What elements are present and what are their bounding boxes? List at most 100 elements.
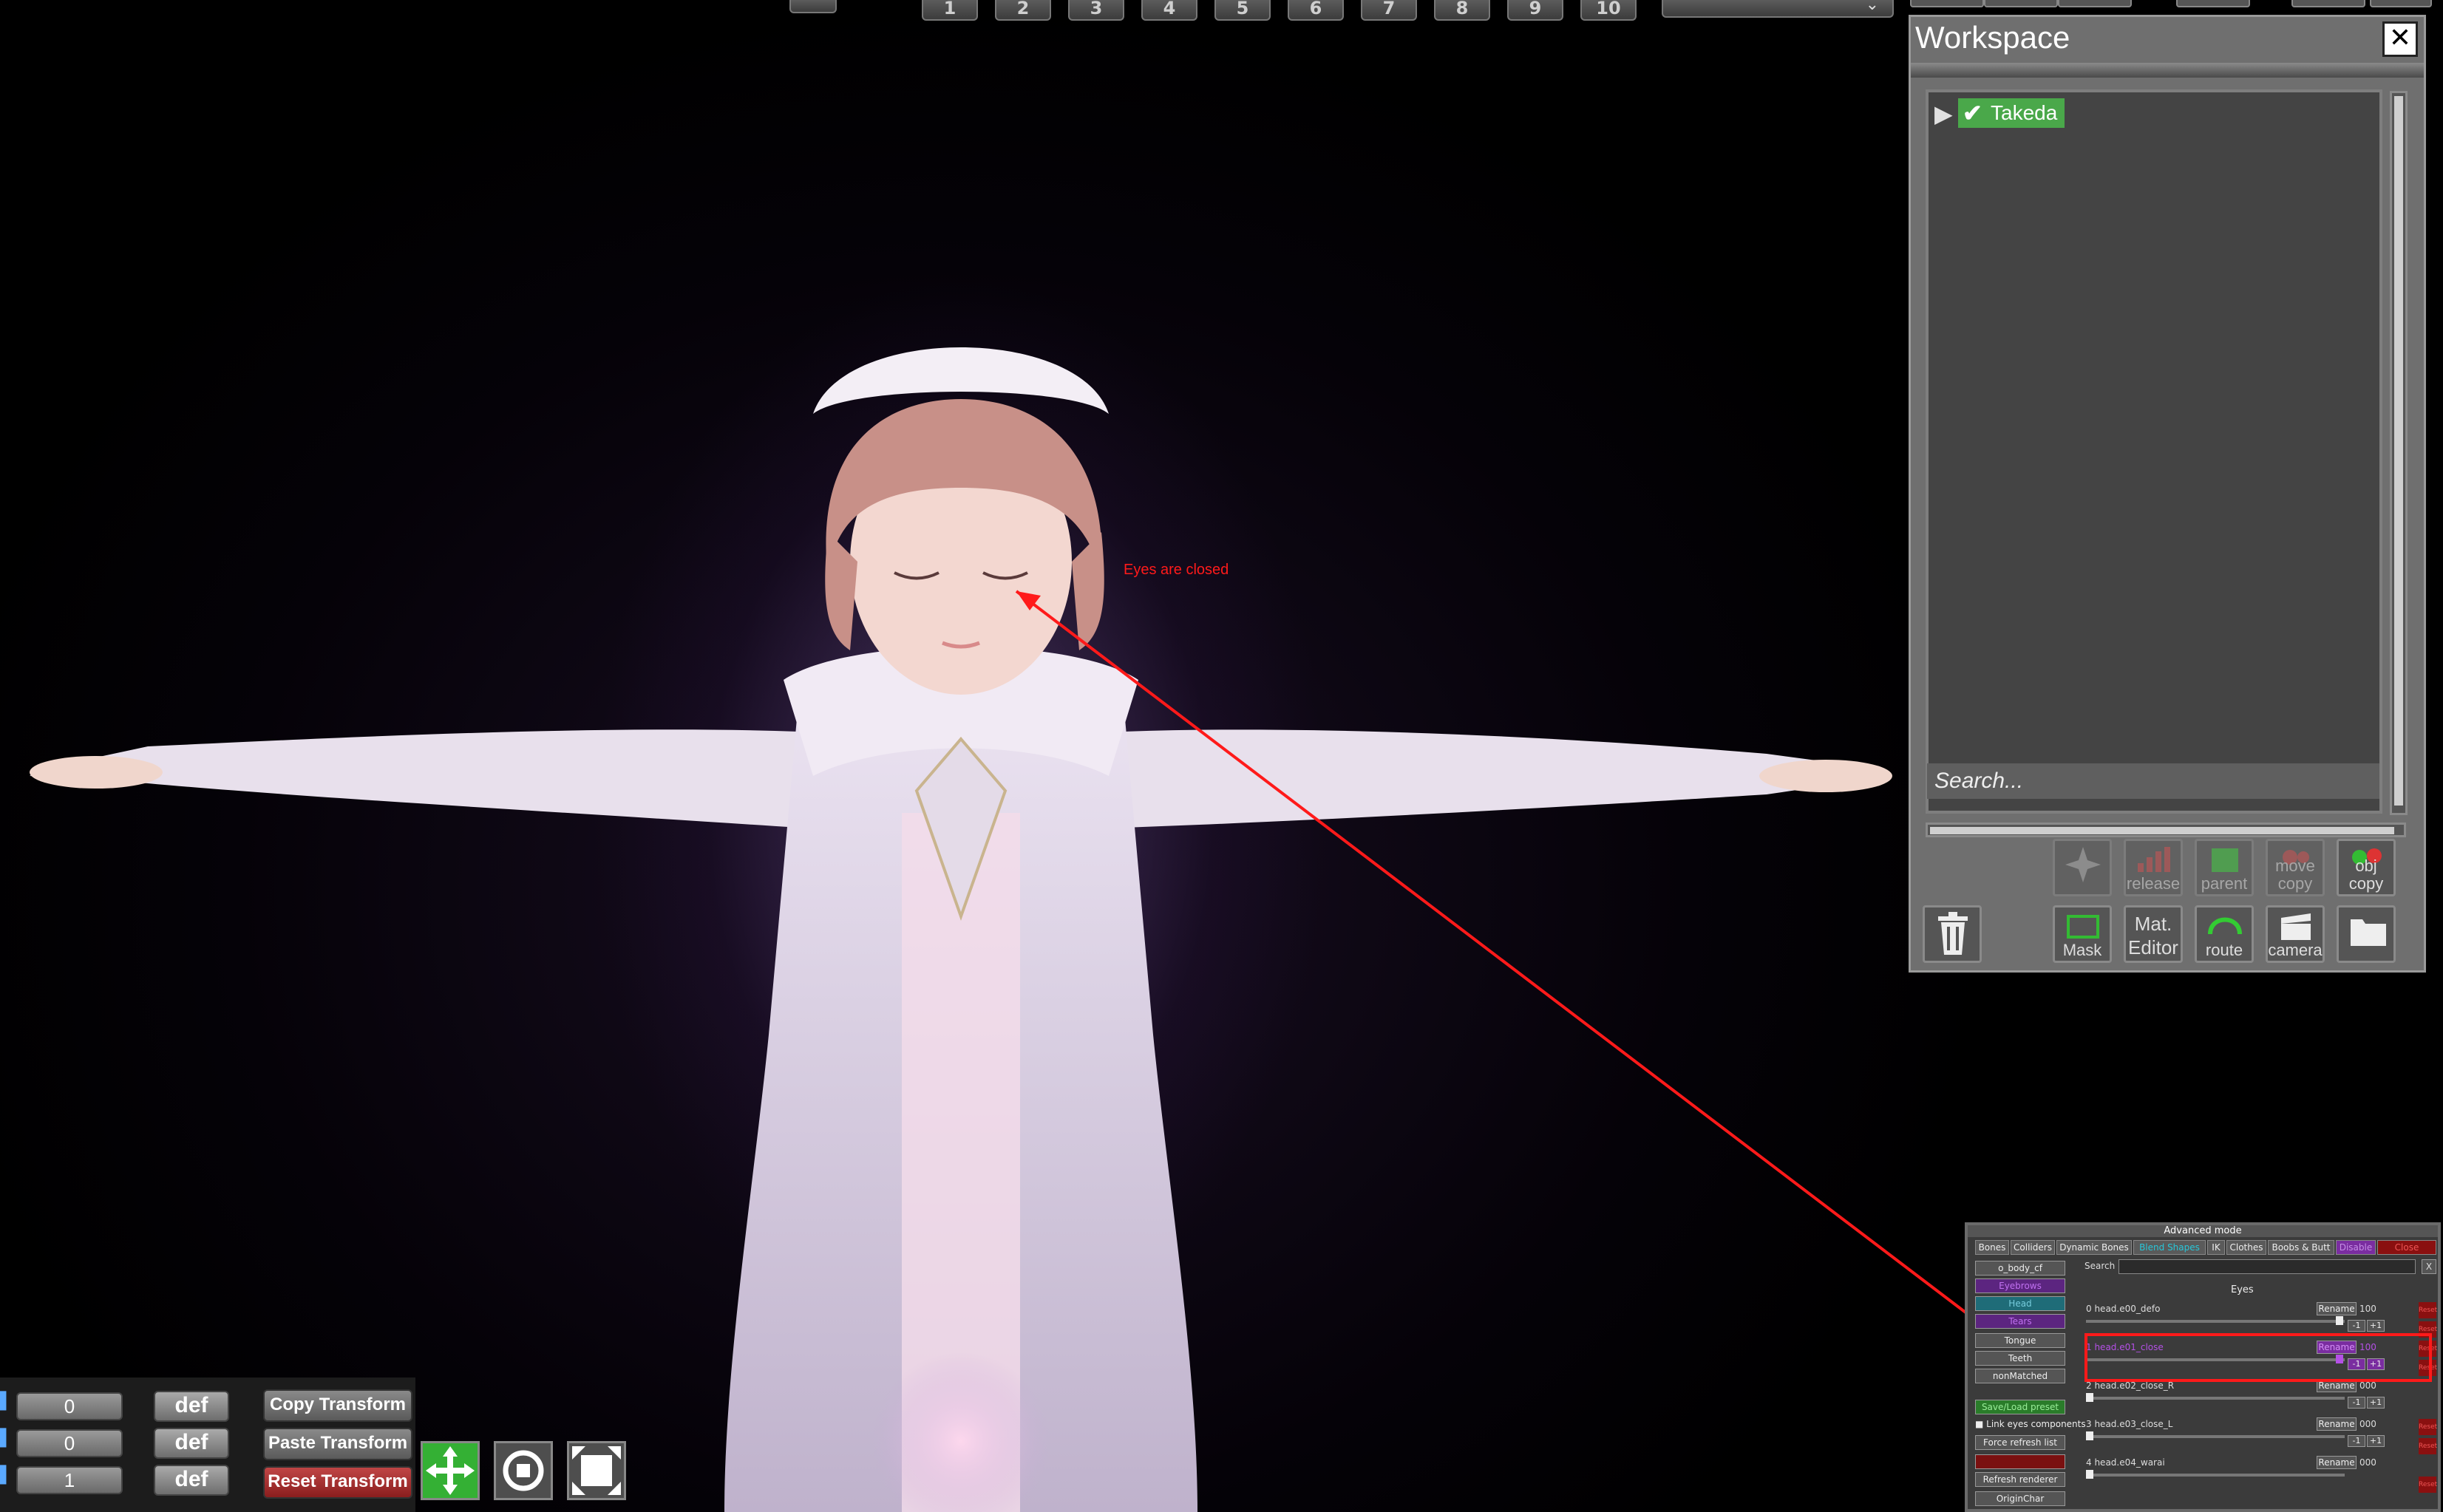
blendshape-slider[interactable] — [2086, 1431, 2345, 1440]
transform-panel: ▌ 0 def ▌ 0 def ▌ 1 def Copy Transform P… — [0, 1378, 415, 1512]
reset-button[interactable]: Reset — [2419, 1438, 2437, 1454]
category-teeth[interactable]: Teeth — [1975, 1351, 2065, 1366]
scale-tool-button[interactable] — [567, 1441, 626, 1500]
open-folder-button[interactable] — [2337, 905, 2396, 963]
number-button-2[interactable]: 2 — [995, 0, 1051, 21]
camera-button[interactable]: camera — [2266, 905, 2325, 963]
plus-button[interactable]: +1 — [2367, 1320, 2385, 1332]
reset-button[interactable]: Reset — [2419, 1419, 2437, 1435]
category-tears[interactable]: Tears — [1975, 1314, 2065, 1329]
expand-arrow-icon[interactable]: ▶ — [1934, 100, 1953, 128]
rotate-icon — [503, 1450, 544, 1491]
transform-y-field[interactable]: 0 — [16, 1429, 123, 1457]
top-right-button-4[interactable] — [2176, 0, 2250, 7]
number-button-1[interactable]: 1 — [922, 0, 978, 21]
top-right-button-2[interactable] — [1984, 0, 2058, 7]
tab-disable[interactable]: Disable — [2336, 1240, 2376, 1255]
mask-icon — [2067, 915, 2099, 939]
tab-dynamic-bones[interactable]: Dynamic Bones — [2056, 1240, 2132, 1255]
annotation-text: Eyes are closed — [1124, 562, 1229, 578]
tab-blend-shapes[interactable]: Blend Shapes — [2133, 1240, 2206, 1255]
number-button-10[interactable]: 10 — [1580, 0, 1637, 21]
refresh-renderer-button[interactable]: Refresh renderer — [1975, 1472, 2065, 1487]
reset-button[interactable]: Reset — [2419, 1477, 2437, 1493]
save-load-preset-button[interactable]: Save/Load preset — [1975, 1400, 2065, 1414]
plus-button[interactable]: +1 — [2367, 1397, 2385, 1409]
minus-button[interactable]: -1 — [2348, 1320, 2365, 1332]
category-eyebrows[interactable]: Eyebrows — [1975, 1278, 2065, 1293]
workspace-divider — [1911, 63, 2424, 78]
def-button-z[interactable]: def — [154, 1465, 229, 1496]
move-copy-button[interactable]: move copy — [2266, 839, 2325, 896]
move-tool-button[interactable] — [421, 1441, 480, 1500]
tab-colliders[interactable]: Colliders — [2011, 1240, 2055, 1255]
minus-button[interactable]: -1 — [2348, 1435, 2365, 1447]
tree-node-takeda[interactable]: ✔ Takeda — [1958, 98, 2065, 128]
category-o-body-cf[interactable]: o_body_cf — [1975, 1261, 2065, 1276]
scene-dropdown[interactable]: ⌄ — [1662, 0, 1894, 18]
number-button-8[interactable]: 8 — [1434, 0, 1490, 21]
copy-transform-button[interactable]: Copy Transform — [263, 1389, 412, 1422]
route-icon — [2208, 917, 2242, 935]
folder-icon — [2351, 919, 2386, 946]
def-button-y[interactable]: def — [154, 1428, 229, 1459]
blendshape-slider[interactable] — [2086, 1393, 2345, 1402]
number-button-3[interactable]: 3 — [1068, 0, 1124, 21]
workspace-search-input[interactable] — [1927, 763, 2379, 799]
rename-button[interactable]: Rename — [2317, 1456, 2357, 1469]
number-button-4[interactable]: 4 — [1141, 0, 1197, 21]
paste-transform-button[interactable]: Paste Transform — [263, 1428, 412, 1460]
release-button[interactable]: release — [2124, 839, 2183, 896]
blendshape-slider[interactable] — [2086, 1470, 2345, 1479]
mat-editor-button[interactable]: Mat. Editor — [2124, 905, 2183, 963]
category-tongue[interactable]: Tongue — [1975, 1333, 2065, 1348]
workspace-horizontal-scrollbar[interactable] — [1926, 823, 2406, 837]
top-right-button-5[interactable] — [2291, 0, 2365, 7]
number-button-5[interactable]: 5 — [1214, 0, 1271, 21]
advanced-mode-panel: Advanced mode Bones Colliders Dynamic Bo… — [1965, 1222, 2441, 1512]
rename-button[interactable]: Rename — [2317, 1302, 2357, 1315]
red-action-button[interactable] — [1975, 1454, 2065, 1469]
release-icon — [2138, 847, 2170, 872]
blendshape-slider[interactable] — [2086, 1316, 2345, 1325]
close-icon[interactable]: ✕ — [2382, 21, 2418, 57]
top-right-button-3[interactable] — [2058, 0, 2132, 7]
mask-button[interactable]: Mask — [2053, 905, 2112, 963]
def-button-x[interactable]: def — [154, 1391, 229, 1422]
rotate-tool-button[interactable] — [494, 1441, 553, 1500]
route-button[interactable]: route — [2195, 905, 2254, 963]
obj-copy-button[interactable]: obj copy — [2337, 839, 2396, 896]
number-button-6[interactable]: 6 — [1288, 0, 1344, 21]
checkmark-icon[interactable]: ✔ — [1963, 98, 1982, 128]
eye-toggle-button[interactable] — [789, 0, 837, 13]
top-right-button-1[interactable] — [1910, 0, 1984, 7]
category-head[interactable]: Head — [1975, 1296, 2065, 1311]
reset-button[interactable]: Reset — [2419, 1302, 2437, 1318]
rename-button[interactable]: Rename — [2317, 1417, 2357, 1431]
delete-button[interactable] — [1923, 905, 1982, 963]
workspace-vertical-scrollbar[interactable] — [2390, 91, 2408, 815]
blendshape-search-input[interactable] — [2118, 1259, 2416, 1274]
link-eyes-checkbox[interactable]: ■ Link eyes components — [1975, 1419, 2086, 1429]
tab-close[interactable]: Close — [2377, 1240, 2436, 1255]
tab-bones[interactable]: Bones — [1975, 1240, 2009, 1255]
parent-button[interactable]: parent — [2195, 839, 2254, 896]
category-nonmatched[interactable]: nonMatched — [1975, 1369, 2065, 1383]
tab-clothes[interactable]: Clothes — [2226, 1240, 2266, 1255]
plus-button[interactable]: +1 — [2367, 1435, 2385, 1447]
top-right-button-6[interactable] — [2370, 0, 2432, 7]
move-gizmo-button[interactable] — [2053, 839, 2112, 896]
workspace-panel: Workspace ✕ ▶ ✔ Takeda release parent mo… — [1909, 15, 2426, 973]
transform-z-field[interactable]: 1 — [16, 1466, 123, 1494]
number-button-9[interactable]: 9 — [1507, 0, 1563, 21]
tab-ik[interactable]: IK — [2207, 1240, 2225, 1255]
origin-char-button[interactable]: OriginChar — [1975, 1491, 2065, 1506]
reset-transform-button[interactable]: Reset Transform — [263, 1466, 412, 1499]
transform-x-field[interactable]: 0 — [16, 1392, 123, 1420]
force-refresh-button[interactable]: Force refresh list — [1975, 1435, 2065, 1450]
tab-boobs-butt[interactable]: Boobs & Butt — [2268, 1240, 2334, 1255]
minus-button[interactable]: -1 — [2348, 1397, 2365, 1409]
clear-search-button[interactable]: X — [2422, 1259, 2436, 1274]
number-button-7[interactable]: 7 — [1361, 0, 1417, 21]
workspace-tree[interactable]: ▶ ✔ Takeda — [1926, 89, 2382, 814]
